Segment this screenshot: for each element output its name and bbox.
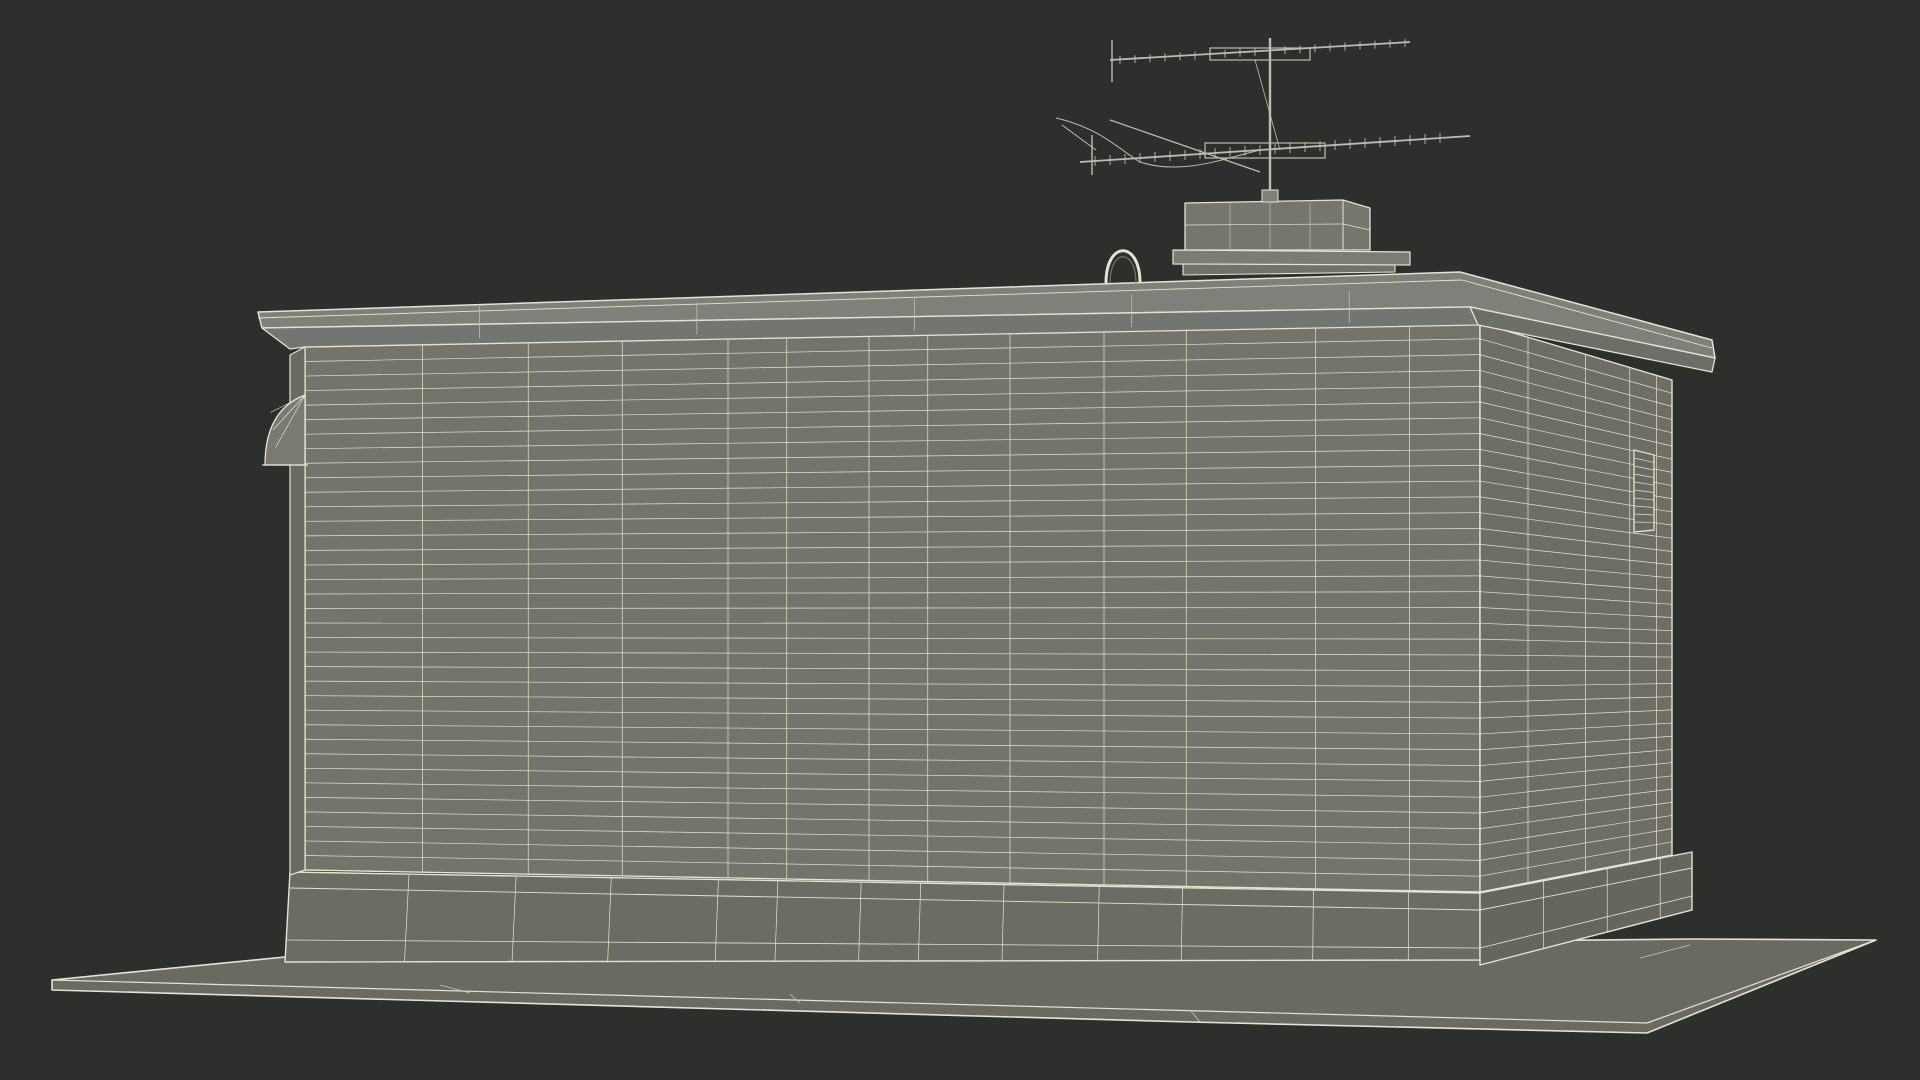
left-awning (262, 394, 308, 466)
rooftop-chimney (1172, 199, 1411, 276)
front-wall (289, 322, 1497, 893)
pipe-loop-inner (1109, 256, 1137, 284)
antenna-upper-boom (1109, 41, 1411, 61)
building-wireframe-render (51, 38, 1877, 1034)
antenna-stay (1109, 119, 1261, 173)
antenna-stay (1061, 124, 1097, 151)
antenna-feed-wire (1254, 59, 1281, 151)
chimney-base-step (1182, 263, 1396, 276)
pipe-loop (1104, 249, 1142, 284)
tv-antenna (1055, 38, 1471, 203)
roof-pipe-loop (1104, 249, 1142, 284)
chimney-base-flange (1172, 249, 1411, 266)
wall-vent-grille (1633, 449, 1655, 533)
antenna-mast-clamp (1261, 189, 1279, 203)
vent-slat (1633, 521, 1655, 523)
side-wall (1479, 322, 1673, 893)
render-viewport (0, 0, 1920, 1080)
